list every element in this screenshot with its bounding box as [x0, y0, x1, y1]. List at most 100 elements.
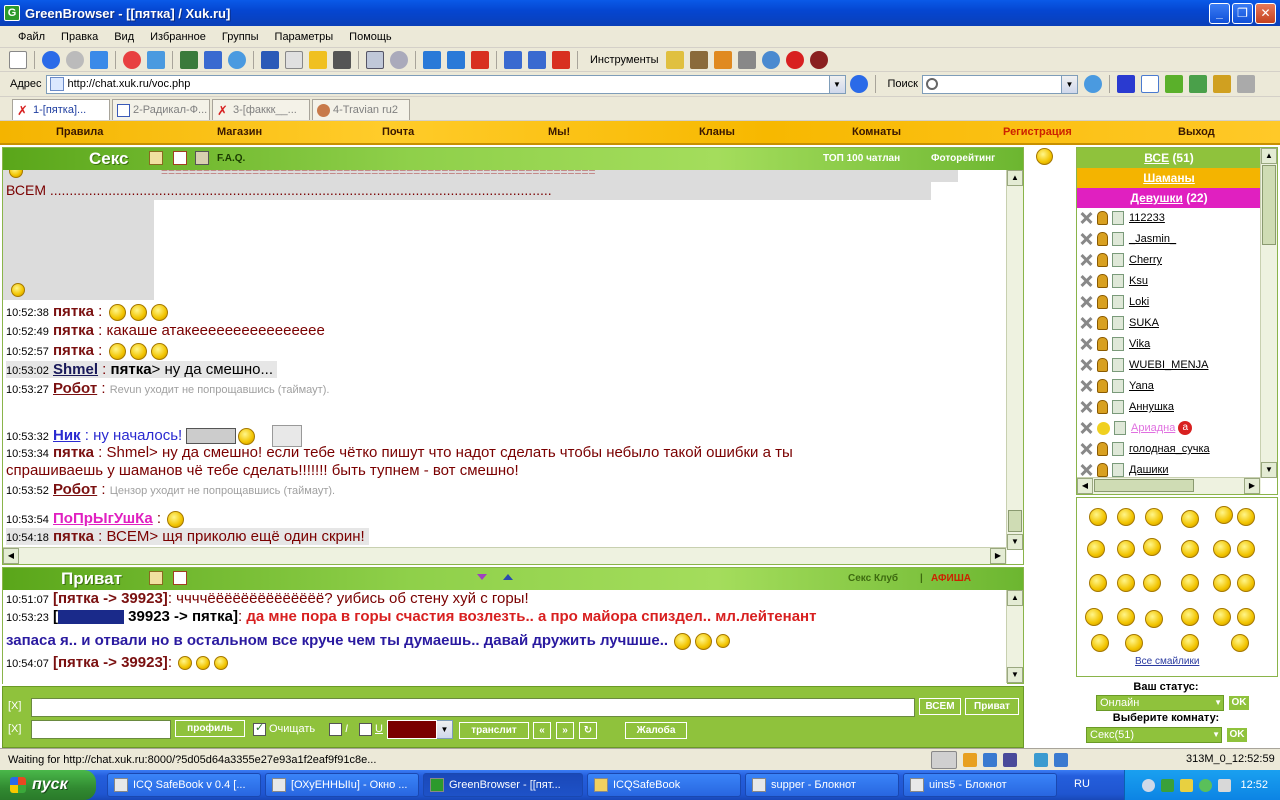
tab-close-icon[interactable]: ✗ — [17, 104, 30, 117]
bookmark-icon[interactable] — [309, 50, 327, 69]
scroll-down-button[interactable]: ▼ — [1007, 534, 1023, 550]
user-item[interactable]: Аннушка — [1079, 397, 1261, 417]
scroll-thumb[interactable] — [1262, 165, 1276, 245]
back-icon[interactable] — [42, 50, 60, 69]
blush-icon[interactable] — [1237, 574, 1255, 592]
search-dropdown[interactable]: ▼ — [1061, 74, 1078, 94]
underline-checkbox[interactable] — [359, 723, 372, 736]
chat-hscrollbar[interactable]: ◀ ▶ — [3, 547, 1007, 564]
user-item[interactable]: Vika — [1079, 334, 1261, 354]
status-img-icon[interactable] — [1003, 752, 1017, 767]
up-icon[interactable] — [90, 50, 108, 69]
new-page-icon[interactable] — [9, 50, 27, 69]
tray-icon[interactable] — [1161, 778, 1175, 792]
pen-icon[interactable] — [665, 50, 684, 69]
edit-icon[interactable] — [285, 50, 303, 69]
minimize-tabs-icon[interactable] — [504, 50, 522, 69]
top100-link[interactable]: ТОП 100 чатлан — [823, 153, 900, 164]
color-dropdown[interactable]: ▼ — [437, 720, 453, 739]
minimize-button[interactable]: _ — [1209, 3, 1230, 24]
clear-recipient-button[interactable]: [X] — [8, 723, 21, 735]
clear-checkbox[interactable]: ✓ — [253, 722, 266, 736]
nav-exit[interactable]: Выход — [1178, 126, 1215, 138]
next-message-button[interactable]: » — [556, 722, 574, 739]
scroll-up-button[interactable]: ▲ — [1007, 170, 1023, 186]
translit-button[interactable]: транслит — [459, 722, 529, 739]
highlight-icon[interactable] — [1236, 75, 1255, 93]
tray-icon[interactable] — [1180, 778, 1194, 792]
sex-club-link[interactable]: Секс Клуб — [848, 573, 898, 584]
italic-checkbox[interactable] — [329, 723, 342, 736]
restore-tabs-icon[interactable] — [528, 50, 546, 69]
nav-we[interactable]: Мы! — [548, 126, 570, 138]
nav-rules[interactable]: Правила — [56, 126, 103, 138]
task-notepad-uins[interactable]: uins5 - Блокнот — [903, 773, 1057, 797]
menu-favorites[interactable]: Избранное — [142, 31, 214, 43]
scroll-right-button[interactable]: ▶ — [1244, 478, 1260, 494]
task-window[interactable]: [ОХуЕННЫIu] - Окно ... — [265, 773, 419, 797]
faq-link[interactable]: F.A.Q. — [217, 153, 245, 164]
private-scrollbar[interactable]: ▲ ▼ — [1006, 590, 1023, 683]
undo-icon[interactable] — [261, 50, 279, 69]
task-notepad-supper[interactable]: supper - Блокнот — [745, 773, 899, 797]
user-item[interactable]: голодная_сучка — [1079, 439, 1261, 459]
message-input[interactable] — [31, 698, 915, 717]
forward-icon[interactable] — [66, 50, 84, 69]
thumbs-up-icon[interactable] — [1143, 574, 1161, 592]
search-icon[interactable] — [761, 50, 780, 69]
scroll-down-button[interactable]: ▼ — [1007, 667, 1023, 683]
sad-icon[interactable] — [1117, 508, 1135, 526]
menu-view[interactable]: Вид — [106, 31, 142, 43]
pen-icon[interactable] — [149, 571, 163, 585]
nav-clans[interactable]: Кланы — [699, 126, 735, 138]
user-item[interactable]: _Jasmin_ — [1079, 229, 1261, 249]
profile-button[interactable]: профиль — [175, 720, 245, 737]
color-picker[interactable] — [387, 720, 437, 739]
tab-2[interactable]: 2-Радикал-Ф... — [112, 99, 210, 120]
start-button[interactable]: пуск — [0, 770, 96, 800]
user-item[interactable]: Cherry — [1079, 250, 1261, 270]
user-item[interactable]: Ариадна a — [1079, 418, 1261, 438]
user-item[interactable]: Loki — [1079, 292, 1261, 312]
next-tab-icon[interactable] — [447, 50, 465, 69]
google-icon[interactable] — [1140, 75, 1159, 93]
users-hscrollbar[interactable]: ◀ ▶ — [1077, 477, 1261, 494]
smile-icon[interactable] — [1089, 508, 1107, 526]
scroll-down-button[interactable]: ▼ — [1261, 462, 1277, 478]
dance-icon[interactable] — [1181, 540, 1199, 558]
nav-rooms[interactable]: Комнаты — [852, 126, 901, 138]
laugh-icon[interactable] — [1213, 540, 1231, 558]
scroll-thumb[interactable] — [1094, 479, 1194, 492]
menu-help[interactable]: Помощь — [341, 31, 400, 43]
status-popup-icon[interactable] — [931, 750, 957, 769]
cart-icon[interactable] — [1188, 75, 1207, 93]
settings-icon[interactable] — [390, 50, 408, 69]
cool-icon[interactable] — [1089, 574, 1107, 592]
complain-button[interactable]: Жалоба — [625, 722, 687, 739]
search-input[interactable] — [921, 74, 1062, 94]
status-zoom-icon[interactable] — [1054, 752, 1068, 767]
maximize-button[interactable]: ❐ — [1232, 3, 1253, 24]
angry-icon[interactable] — [1215, 506, 1233, 524]
address-dropdown[interactable]: ▼ — [829, 74, 846, 94]
filter-girls[interactable]: Девушки (22) — [1077, 188, 1261, 208]
pencil-icon[interactable] — [713, 50, 732, 69]
clear-message-button[interactable]: [X] — [8, 700, 21, 712]
send-private-button[interactable]: Приват — [965, 698, 1019, 715]
drink-icon[interactable] — [195, 151, 209, 165]
close-tab-icon[interactable] — [471, 50, 489, 69]
status-net-icon[interactable] — [1034, 752, 1048, 767]
pen-icon[interactable] — [149, 151, 163, 165]
menu-options[interactable]: Параметры — [267, 31, 342, 43]
task-greenbrowser[interactable]: GreenBrowser - [[пят... — [423, 773, 583, 797]
go-icon[interactable] — [849, 75, 868, 93]
all-smiles-link[interactable]: Все смайлики — [1135, 656, 1199, 667]
close-button[interactable]: ✕ — [1255, 3, 1276, 24]
user-item[interactable]: 112233 — [1079, 208, 1261, 228]
tab-1[interactable]: ✗ 1-[пятка]... — [12, 99, 110, 120]
tongue-icon[interactable] — [1117, 574, 1135, 592]
room-ok-button[interactable]: OK — [1226, 727, 1248, 743]
tab-4[interactable]: 4-Travian ru2 — [312, 99, 410, 120]
status-proxy-icon[interactable] — [983, 752, 997, 767]
status-ok-button[interactable]: OK — [1228, 695, 1250, 711]
